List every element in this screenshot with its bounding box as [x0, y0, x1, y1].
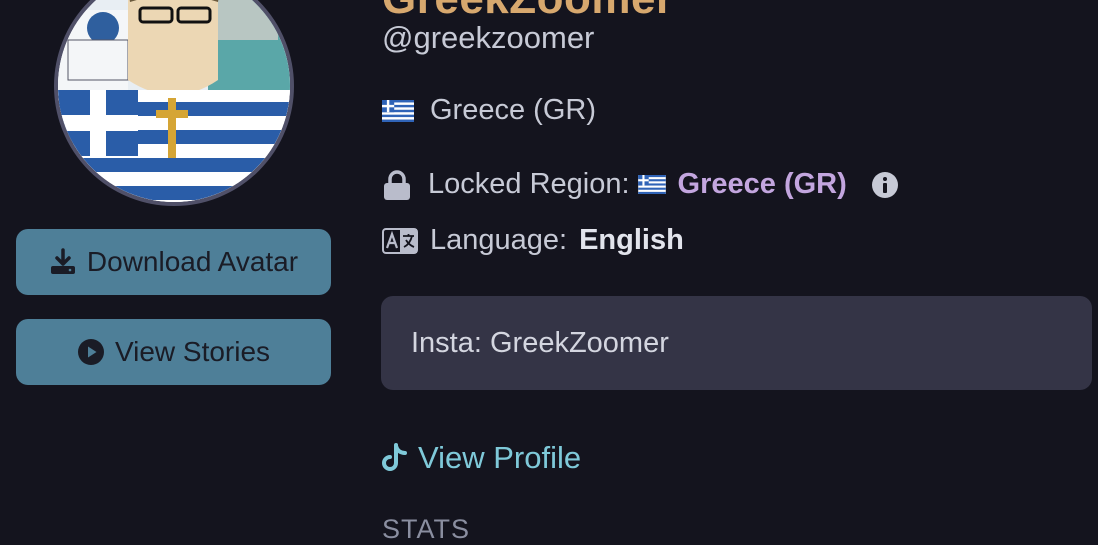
profile-handle: @greekzoomer [382, 20, 595, 55]
locked-region-label: Locked Region: [428, 168, 630, 200]
view-stories-label: View Stories [114, 336, 271, 367]
avatar [54, 0, 294, 206]
language-row: Language: English [382, 224, 684, 257]
stats-heading: STATS [382, 514, 471, 544]
view-stories-button[interactable]: View Stories [16, 319, 331, 385]
download-avatar-label: Download Avatar [86, 246, 299, 277]
play-circle-icon [77, 338, 105, 366]
view-profile-label: View Profile [418, 440, 582, 475]
language-label: Language: [430, 224, 568, 256]
greece-flag-icon [382, 99, 414, 122]
greece-flag-icon [637, 175, 666, 194]
info-icon[interactable] [871, 171, 899, 199]
language-icon [382, 227, 418, 254]
locked-region-value: Greece (GR) [677, 168, 847, 200]
download-avatar-button[interactable]: Download Avatar [16, 229, 331, 295]
locked-region-row: Locked Region: Greece (GR) [382, 168, 899, 201]
download-icon [49, 248, 77, 276]
country-row: Greece (GR) [382, 94, 596, 127]
bio-box: Insta: GreekZoomer [381, 296, 1092, 390]
lock-icon [382, 169, 412, 201]
language-value: English [579, 224, 684, 256]
view-profile-link[interactable]: View Profile [382, 440, 581, 476]
country-text: Greece (GR) [430, 94, 596, 126]
tiktok-icon [382, 443, 408, 473]
bio-text: Insta: GreekZoomer [411, 326, 669, 359]
